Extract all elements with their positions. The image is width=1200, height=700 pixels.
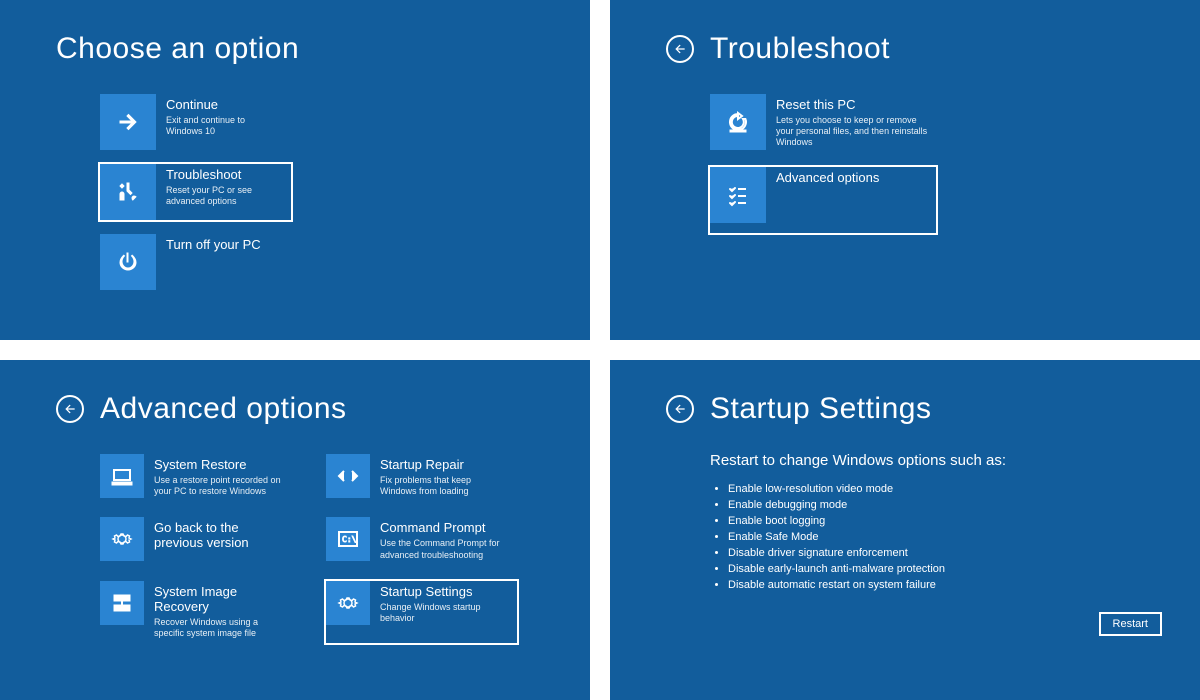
- arrow-left-icon: [673, 42, 687, 56]
- restore-icon: [100, 454, 144, 498]
- arrow-right-icon: [100, 94, 156, 150]
- option-turn-off[interactable]: Turn off your PC: [98, 232, 293, 292]
- code-icon: [326, 454, 370, 498]
- option-desc: Use the Command Prompt for advanced trou…: [380, 538, 509, 561]
- panel-header: Troubleshoot: [666, 32, 1160, 66]
- option-go-back[interactable]: Go back to the previous version: [98, 515, 293, 566]
- option-title: System Restore: [154, 458, 283, 473]
- option-advanced-options[interactable]: Advanced options: [708, 165, 938, 235]
- option-system-image-recovery[interactable]: System Image Recovery Recover Windows us…: [98, 579, 293, 645]
- option-text: System Restore Use a restore point recor…: [144, 454, 291, 501]
- panel-header: Startup Settings: [666, 392, 1160, 426]
- option-text: Go back to the previous version: [144, 517, 291, 555]
- bullet-item: Enable boot logging: [728, 515, 1160, 527]
- panel-header: Advanced options: [56, 392, 550, 426]
- subheading: Restart to change Windows options such a…: [666, 452, 1160, 469]
- option-text: Troubleshoot Reset your PC or see advanc…: [156, 164, 291, 211]
- page-title: Choose an option: [56, 32, 299, 66]
- option-list: Continue Exit and continue to Windows 10…: [56, 92, 550, 292]
- arrow-left-icon: [63, 402, 77, 416]
- bullet-item: Enable low-resolution video mode: [728, 483, 1160, 495]
- bullet-item: Disable early-launch anti-malware protec…: [728, 563, 1160, 575]
- option-title: Turn off your PC: [166, 238, 283, 253]
- bullet-item: Disable driver signature enforcement: [728, 547, 1160, 559]
- disk-icon: [100, 581, 144, 625]
- page-title: Advanced options: [100, 392, 347, 426]
- options-bullet-list: Enable low-resolution video mode Enable …: [666, 483, 1160, 591]
- panel-header: Choose an option: [56, 32, 550, 66]
- option-title: Startup Settings: [380, 585, 509, 600]
- option-text: Continue Exit and continue to Windows 10: [156, 94, 291, 141]
- option-system-restore[interactable]: System Restore Use a restore point recor…: [98, 452, 293, 503]
- option-title: System Image Recovery: [154, 585, 283, 615]
- back-button[interactable]: [56, 395, 84, 423]
- option-desc: Reset your PC or see advanced options: [166, 185, 283, 208]
- option-continue[interactable]: Continue Exit and continue to Windows 10: [98, 92, 293, 152]
- option-title: Advanced options: [776, 171, 928, 186]
- option-text: Startup Settings Change Windows startup …: [370, 581, 517, 628]
- reset-icon: [710, 94, 766, 150]
- back-button[interactable]: [666, 395, 694, 423]
- terminal-icon: C:\: [326, 517, 370, 561]
- troubleshoot-screen: Troubleshoot Reset this PC Lets you choo…: [610, 0, 1200, 340]
- option-desc: Exit and continue to Windows 10: [166, 115, 283, 138]
- arrow-left-icon: [673, 402, 687, 416]
- gear-icon: [326, 581, 370, 625]
- option-troubleshoot[interactable]: Troubleshoot Reset your PC or see advanc…: [98, 162, 293, 222]
- option-text: Startup Repair Fix problems that keep Wi…: [370, 454, 517, 501]
- option-startup-repair[interactable]: Startup Repair Fix problems that keep Wi…: [324, 452, 519, 503]
- option-text: System Image Recovery Recover Windows us…: [144, 581, 291, 643]
- option-title: Startup Repair: [380, 458, 509, 473]
- tools-icon: [100, 164, 156, 220]
- option-text: Turn off your PC: [156, 234, 291, 257]
- option-desc: Fix problems that keep Windows from load…: [380, 475, 509, 498]
- page-title: Startup Settings: [710, 392, 931, 426]
- option-grid: System Restore Use a restore point recor…: [56, 452, 550, 645]
- option-title: Go back to the previous version: [154, 521, 283, 551]
- option-title: Continue: [166, 98, 283, 113]
- option-startup-settings[interactable]: Startup Settings Change Windows startup …: [324, 579, 519, 645]
- advanced-options-screen: Advanced options System Restore Use a re…: [0, 360, 590, 700]
- option-reset-pc[interactable]: Reset this PC Lets you choose to keep or…: [708, 92, 938, 155]
- option-title: Command Prompt: [380, 521, 509, 536]
- checklist-icon: [710, 167, 766, 223]
- option-desc: Change Windows startup behavior: [380, 602, 509, 625]
- power-icon: [100, 234, 156, 290]
- option-title: Troubleshoot: [166, 168, 283, 183]
- option-list: Reset this PC Lets you choose to keep or…: [666, 92, 1160, 235]
- restart-button[interactable]: Restart: [1099, 612, 1162, 636]
- back-button[interactable]: [666, 35, 694, 63]
- option-text: Reset this PC Lets you choose to keep or…: [766, 94, 936, 153]
- startup-settings-screen: Startup Settings Restart to change Windo…: [610, 360, 1200, 700]
- option-desc: Lets you choose to keep or remove your p…: [776, 115, 928, 149]
- bullet-item: Disable automatic restart on system fail…: [728, 579, 1160, 591]
- option-text: Command Prompt Use the Command Prompt fo…: [370, 517, 517, 564]
- option-title: Reset this PC: [776, 98, 928, 113]
- bullet-item: Enable debugging mode: [728, 499, 1160, 511]
- bullet-item: Enable Safe Mode: [728, 531, 1160, 543]
- svg-text:C:\: C:\: [342, 535, 357, 544]
- gear-icon: [100, 517, 144, 561]
- option-desc: Use a restore point recorded on your PC …: [154, 475, 283, 498]
- option-command-prompt[interactable]: C:\ Command Prompt Use the Command Promp…: [324, 515, 519, 566]
- choose-option-screen: Choose an option Continue Exit and conti…: [0, 0, 590, 340]
- page-title: Troubleshoot: [710, 32, 890, 66]
- option-desc: Recover Windows using a specific system …: [154, 617, 283, 640]
- option-text: Advanced options: [766, 167, 936, 190]
